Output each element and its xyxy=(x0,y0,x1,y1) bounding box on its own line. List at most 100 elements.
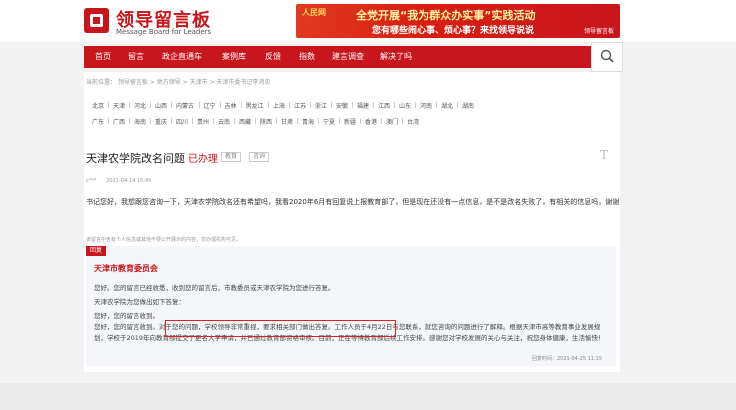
banner-emblem: 人民网 xyxy=(302,8,326,17)
region-item[interactable]: 广东 xyxy=(92,117,104,126)
region-divider xyxy=(150,118,151,124)
region-divider xyxy=(150,102,151,108)
region-divider xyxy=(402,118,403,124)
region-divider xyxy=(108,118,109,124)
region-divider xyxy=(213,118,214,124)
region-item[interactable]: 江苏 xyxy=(294,101,306,110)
region-divider xyxy=(339,118,340,124)
nav-item-survey[interactable]: 建言调查 xyxy=(326,46,370,68)
region-divider xyxy=(297,118,298,124)
reply-box: 回复 天津市教育委员会 您好。您的留言已经收悉，收到您的留言后，市教委员或天津农… xyxy=(86,246,616,366)
region-item[interactable]: 河北 xyxy=(134,101,146,110)
site-header: 领导留言板 Message Board for Leaders 人民网 全党开展… xyxy=(0,0,736,42)
region-item[interactable]: 浙江 xyxy=(315,101,327,110)
nav-item-index[interactable]: 指数 xyxy=(292,46,322,68)
region-divider xyxy=(360,118,361,124)
nav-item-message[interactable]: 留言 xyxy=(122,46,150,68)
privacy-notice: 该留言中含有个人信息或其他不便公开展示的内容，仅办理机构可见。 xyxy=(86,237,242,243)
region-item[interactable]: 江西 xyxy=(378,101,390,110)
region-divider xyxy=(219,102,221,108)
message-body: 书记您好，我想跟您咨询一下，天津农学院改名还有希望吗，我看2020年6月有回复说… xyxy=(86,198,620,206)
region-item[interactable]: 上海 xyxy=(273,101,285,110)
site-logo[interactable]: 领导留言板 Message Board for Leaders xyxy=(84,6,239,38)
logo-mark-icon xyxy=(84,8,109,33)
logo-subtitle: Message Board for Leaders xyxy=(116,28,212,36)
region-item[interactable]: 广西 xyxy=(113,117,125,126)
region-divider xyxy=(381,118,382,124)
region-item[interactable]: 辽宁 xyxy=(204,101,216,110)
region-item[interactable]: 西藏 xyxy=(239,117,251,126)
font-size-icon[interactable]: T xyxy=(600,148,608,162)
region-item[interactable]: 海南 xyxy=(134,117,146,126)
region-divider xyxy=(415,102,416,108)
campaign-banner[interactable]: 人民网 全党开展“我为群众办实事”实践活动 您有哪些闹心事、烦心事？来找领导说说… xyxy=(296,4,620,38)
breadcrumb[interactable]: 当前位置： 领导留言板 > 地方领导 > 天津市 > 天津市委书记李鸿忠 xyxy=(86,77,270,86)
region-item[interactable]: 山西 xyxy=(155,101,167,110)
region-item[interactable]: 重庆 xyxy=(155,117,167,126)
region-item[interactable]: 香港 xyxy=(365,117,377,126)
region-divider xyxy=(318,118,319,124)
nav-item-solved[interactable]: 解决了吗 xyxy=(374,46,418,68)
region-item[interactable]: 北京 xyxy=(92,101,104,110)
nav-item-feedback[interactable]: 反馈 xyxy=(258,46,288,68)
region-item[interactable]: 云南 xyxy=(218,117,230,126)
region-filter: 北京 天津 河北 山西 内蒙古 辽宁 吉林 黑龙江 上海 江苏 浙江 安徽 福建 江西 山东 河南 湖北 湖南广东… xyxy=(84,96,620,132)
highlight-box xyxy=(165,320,396,337)
region-item[interactable]: 四川 xyxy=(176,117,188,126)
region-item[interactable]: 天津 xyxy=(113,101,125,110)
region-item[interactable]: 河南 xyxy=(420,101,432,110)
region-item[interactable]: 澳门 xyxy=(386,117,398,126)
reply-label: 回复 xyxy=(86,246,106,256)
tag-consult[interactable]: 咨询 xyxy=(249,152,270,162)
region-item[interactable]: 新疆 xyxy=(344,117,356,126)
region-divider xyxy=(255,118,256,124)
footer-band xyxy=(0,383,736,410)
region-divider xyxy=(436,102,437,108)
region-divider xyxy=(198,102,200,108)
tag-education[interactable]: 教育 xyxy=(221,152,242,162)
region-item[interactable]: 湖南 xyxy=(462,101,474,110)
nav-item-cases[interactable]: 案例库 xyxy=(214,46,254,68)
region-divider xyxy=(289,102,290,108)
region-item[interactable]: 甘肃 xyxy=(281,117,293,126)
region-divider xyxy=(171,102,172,108)
region-divider xyxy=(171,118,172,124)
message-title: 天津农学院改名问题 xyxy=(86,152,185,165)
region-item[interactable]: 山东 xyxy=(399,101,411,110)
region-divider xyxy=(352,102,353,108)
reply-line-3: 您好，您的留言收到。 xyxy=(94,312,159,320)
region-divider xyxy=(394,102,395,108)
region-divider xyxy=(268,102,269,108)
region-item[interactable]: 台湾 xyxy=(407,117,419,126)
reply-line-2: 天津农学院为您做出如下答复： xyxy=(94,298,185,306)
region-item[interactable]: 青海 xyxy=(302,117,314,126)
region-item[interactable]: 福建 xyxy=(357,101,369,110)
region-divider xyxy=(276,118,277,124)
region-divider xyxy=(373,102,374,108)
banner-subline: 您有哪些闹心事、烦心事？来找领导说说 xyxy=(372,26,535,36)
nav-item-home[interactable]: 首页 xyxy=(88,46,118,68)
region-divider xyxy=(192,118,193,124)
region-divider xyxy=(310,102,311,108)
region-item[interactable]: 吉林 xyxy=(225,101,237,110)
main-nav: 首页 留言 政企直通车 案例库 反馈 指数 建言调查 解决了吗 xyxy=(84,46,620,68)
region-divider xyxy=(129,118,130,124)
region-item[interactable]: 安徽 xyxy=(336,101,348,110)
region-item[interactable]: 黑龙江 xyxy=(246,101,264,110)
region-item[interactable]: 湖北 xyxy=(441,101,453,110)
banner-tag: 领导留言板 xyxy=(583,28,614,35)
reply-line-1: 您好。您的留言已经收悉，收到您的留言后，市教委员或天津农学院为您进行答复。 xyxy=(94,284,335,292)
search-button[interactable] xyxy=(591,42,623,72)
status-badge: 已办理 xyxy=(188,154,218,165)
banner-headline: 全党开展“我为群众办实事”实践活动 xyxy=(356,9,536,22)
reply-org: 天津市教育委员会 xyxy=(94,264,158,273)
region-item[interactable]: 贵州 xyxy=(197,117,209,126)
region-item[interactable]: 陕西 xyxy=(260,117,272,126)
region-item[interactable]: 宁夏 xyxy=(323,117,335,126)
nav-item-enterprise[interactable]: 政企直通车 xyxy=(154,46,210,68)
author-time: c*** 2021-04-14 15:45 xyxy=(86,178,152,184)
region-divider xyxy=(129,102,130,108)
region-item[interactable]: 内蒙古 xyxy=(176,101,194,110)
region-divider xyxy=(108,102,109,108)
region-divider xyxy=(234,118,235,124)
